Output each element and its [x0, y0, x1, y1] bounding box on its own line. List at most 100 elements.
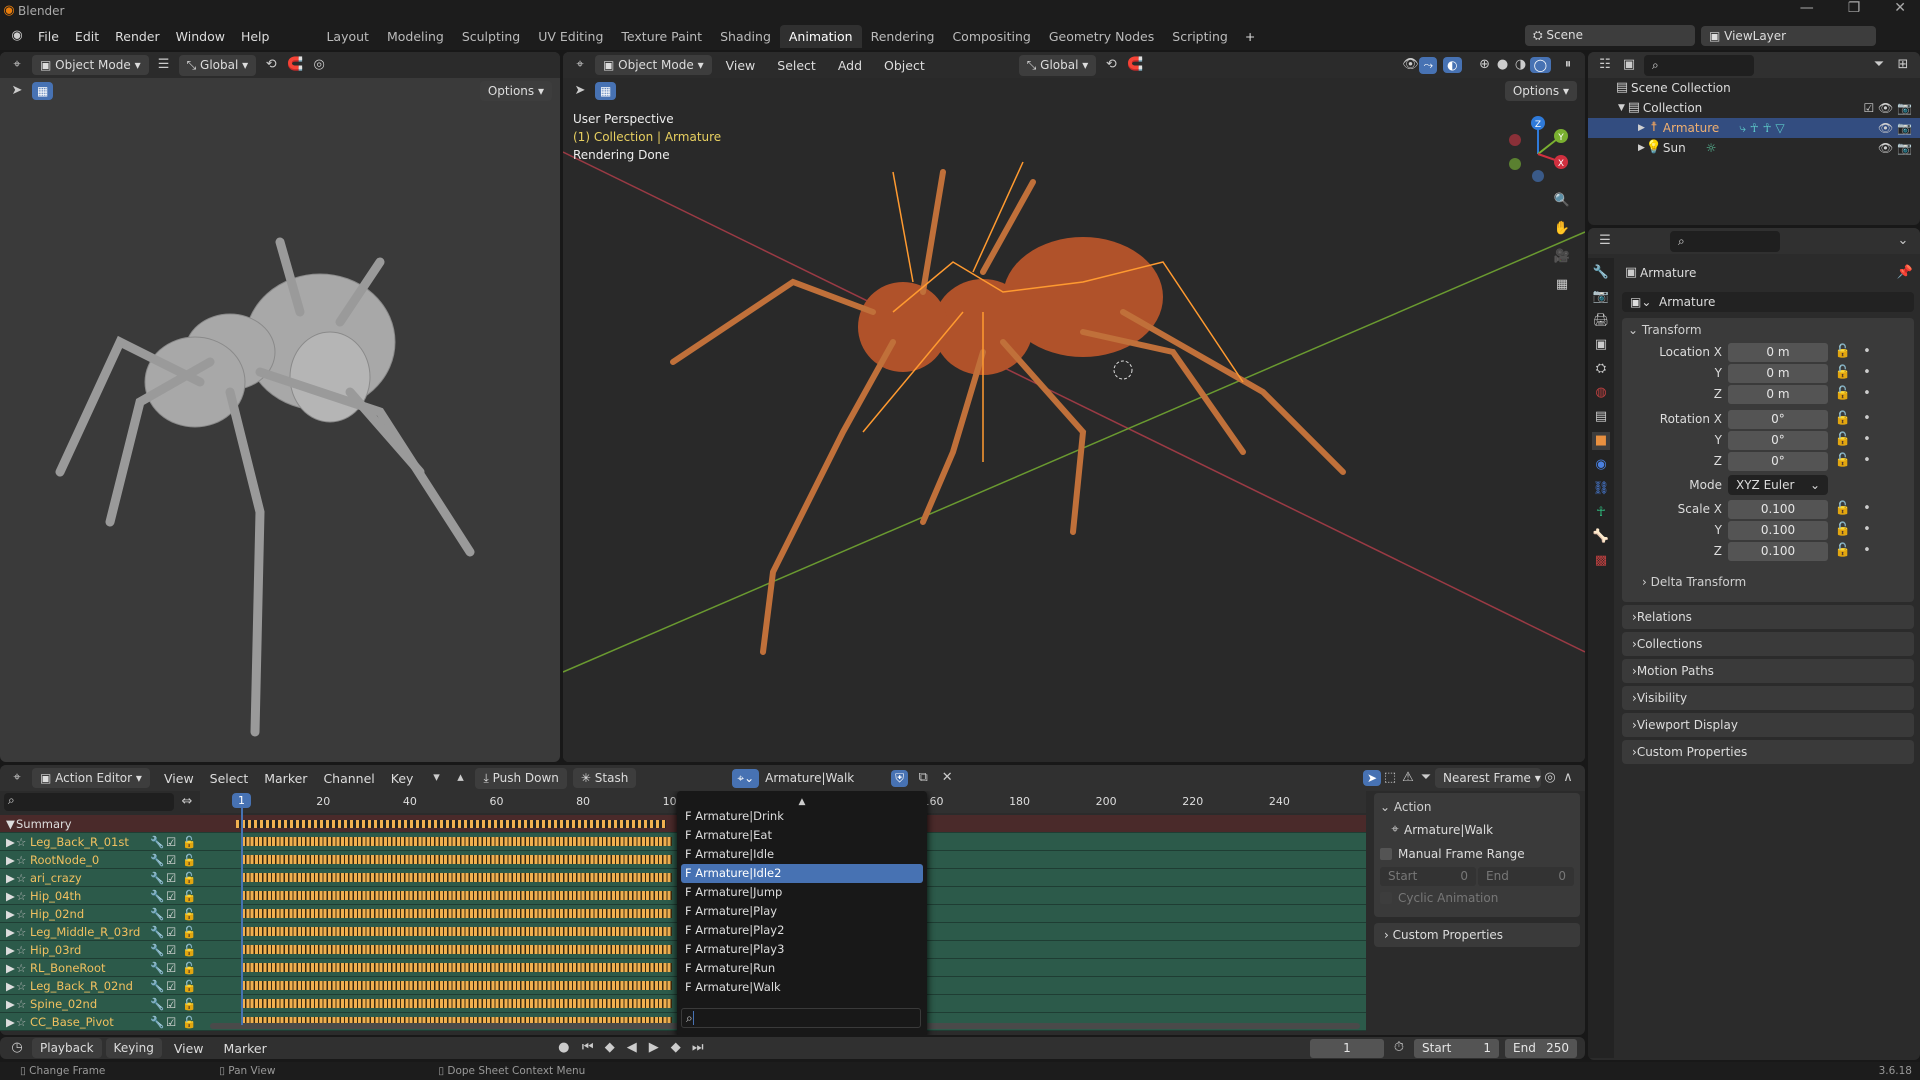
- transform-value-field[interactable]: 0 m: [1728, 363, 1828, 383]
- close-window-button[interactable]: ✕: [1894, 0, 1906, 16]
- lock-icon[interactable]: 🔓: [1834, 410, 1852, 428]
- mute-checkbox[interactable]: ☑: [166, 1015, 182, 1029]
- material-shading-icon[interactable]: ◑: [1512, 56, 1530, 74]
- outliner-display-icon[interactable]: ☷: [1596, 56, 1614, 74]
- rotation-mode-dropdown[interactable]: XYZ Euler ⌄: [1728, 475, 1828, 495]
- menu-window[interactable]: Window: [168, 29, 233, 44]
- pause-render-icon[interactable]: ⏸: [1559, 56, 1577, 74]
- show-hidden-icon[interactable]: ⬚: [1381, 769, 1399, 787]
- tab-shading[interactable]: Shading: [711, 25, 780, 48]
- transform-value-field[interactable]: 0.100: [1728, 541, 1828, 561]
- keyframe-dot-icon[interactable]: •: [1858, 500, 1876, 518]
- keyframe-dot-icon[interactable]: •: [1858, 452, 1876, 470]
- move-channel-up-icon[interactable]: ▴: [451, 769, 469, 787]
- tab-geometry-nodes[interactable]: Geometry Nodes: [1040, 25, 1163, 48]
- mute-checkbox[interactable]: ☑: [166, 943, 182, 957]
- options-button-right[interactable]: Options ▾: [1504, 81, 1577, 101]
- keyframe-dot-icon[interactable]: •: [1858, 410, 1876, 428]
- options-button-left[interactable]: Options ▾: [479, 81, 552, 101]
- tab-layout[interactable]: Layout: [317, 25, 378, 48]
- collection-tab-icon[interactable]: ▤: [1592, 408, 1610, 426]
- modifier-wrench-icon[interactable]: 🔧: [150, 835, 166, 849]
- lock-icon[interactable]: 🔓: [1834, 542, 1852, 560]
- navigation-gizmo[interactable]: Z Y X: [1503, 114, 1573, 184]
- proportional-edit-icon[interactable]: ◎: [1541, 769, 1559, 787]
- unlink-action-icon[interactable]: ✕: [938, 769, 956, 787]
- modifier-wrench-icon[interactable]: 🔧: [150, 871, 166, 885]
- tab-uv-editing[interactable]: UV Editing: [529, 25, 612, 48]
- modifier-wrench-icon[interactable]: 🔧: [150, 979, 166, 993]
- viewport-menu-add[interactable]: Add: [830, 58, 870, 73]
- panel-viewport-display[interactable]: › Viewport Display: [1622, 713, 1914, 737]
- falloff-icon[interactable]: ∧: [1559, 769, 1577, 787]
- action-panel-header[interactable]: ⌄ Action: [1380, 797, 1574, 817]
- move-channel-down-icon[interactable]: ▾: [427, 769, 445, 787]
- modifier-wrench-icon[interactable]: 🔧: [150, 853, 166, 867]
- editor-mode-dropdown[interactable]: ▣ Action Editor ▾: [32, 768, 150, 788]
- modifier-wrench-icon[interactable]: 🔧: [150, 943, 166, 957]
- modifier-wrench-icon[interactable]: 🔧: [150, 907, 166, 921]
- maximize-button[interactable]: ❐: [1848, 0, 1861, 16]
- bone-tab-icon[interactable]: 🦴: [1592, 528, 1610, 546]
- outliner-item-sun[interactable]: ▶ 💡 Sun ☼ 👁 📷: [1588, 138, 1920, 158]
- view-layer-tab-icon[interactable]: ▣: [1592, 336, 1610, 354]
- action-list-item[interactable]: F Armature|Play3: [681, 940, 923, 959]
- duplicate-action-icon[interactable]: ⧉: [914, 769, 932, 787]
- pin-icon[interactable]: 📌: [1896, 264, 1914, 282]
- expand-arrow-icon[interactable]: ▶: [0, 925, 16, 939]
- only-selected-toggle[interactable]: ➤: [1362, 770, 1381, 786]
- lock-icon[interactable]: 🔓: [182, 925, 200, 939]
- ortho-grid-icon[interactable]: ▦: [1553, 276, 1571, 294]
- channel-search-input[interactable]: ⌕: [4, 793, 174, 811]
- editor-type-icon[interactable]: ⌖: [571, 56, 589, 74]
- pivot-icon[interactable]: ⟲: [1102, 56, 1120, 74]
- timeline-menu-marker[interactable]: Marker: [216, 1041, 275, 1056]
- expand-arrow-icon[interactable]: ▶: [0, 997, 16, 1011]
- record-icon[interactable]: ●: [555, 1039, 573, 1057]
- channel-keyframes[interactable]: [242, 927, 672, 936]
- expand-arrow-icon[interactable]: ▶: [0, 871, 16, 885]
- camera-view-icon[interactable]: 🎥: [1553, 248, 1571, 266]
- action-list-item[interactable]: F Armature|Idle2: [681, 864, 923, 883]
- lock-icon[interactable]: 🔓: [1834, 385, 1852, 403]
- channel-keyframes[interactable]: [242, 855, 672, 864]
- action-list-item[interactable]: F Armature|Eat: [681, 826, 923, 845]
- expand-arrow-icon[interactable]: ▼: [0, 817, 16, 831]
- properties-search-input[interactable]: ⌕: [1670, 230, 1780, 252]
- transform-value-field[interactable]: 0 m: [1728, 384, 1828, 404]
- stash-button[interactable]: ✳ Stash: [572, 768, 637, 788]
- tab-modeling[interactable]: Modeling: [378, 25, 453, 48]
- view-layer-selector[interactable]: ▣ ViewLayer: [1701, 25, 1876, 46]
- select-tool-icon[interactable]: ➤: [8, 82, 26, 100]
- physics-tab-icon[interactable]: ◉: [1592, 456, 1610, 474]
- lock-icon[interactable]: 🔓: [182, 997, 200, 1011]
- armature-toggles[interactable]: 👁 📷: [1878, 121, 1920, 135]
- timeline-menu-playback[interactable]: Playback: [32, 1038, 102, 1058]
- modifier-wrench-icon[interactable]: 🔧: [150, 1015, 166, 1029]
- channel-keyframes[interactable]: [242, 873, 672, 882]
- expand-arrow-icon[interactable]: ▶: [0, 943, 16, 957]
- transform-value-field[interactable]: 0.100: [1728, 499, 1828, 519]
- lock-icon[interactable]: 🔓: [182, 871, 200, 885]
- lock-icon[interactable]: 🔓: [182, 943, 200, 957]
- timeline-menu-keying[interactable]: Keying: [105, 1038, 162, 1058]
- action-list-item[interactable]: F Armature|Run: [681, 959, 923, 978]
- dopesheet-menu-select[interactable]: Select: [202, 771, 257, 786]
- lock-icon[interactable]: 🔓: [182, 853, 200, 867]
- viewport-menu-select[interactable]: Select: [769, 58, 824, 73]
- scene-tab-icon[interactable]: ⛭: [1592, 360, 1610, 378]
- outliner-search-input[interactable]: ⌕: [1644, 54, 1754, 76]
- scroll-up-arrow-icon[interactable]: ▲: [681, 797, 923, 807]
- mute-checkbox[interactable]: ☑: [166, 961, 182, 975]
- mute-checkbox[interactable]: ☑: [166, 853, 182, 867]
- start-frame-field[interactable]: Start 0: [1380, 866, 1476, 886]
- world-tab-icon[interactable]: ◍: [1592, 384, 1610, 402]
- lock-icon[interactable]: 🔓: [182, 907, 200, 921]
- sun-toggles[interactable]: 👁 📷: [1878, 141, 1920, 155]
- lock-icon[interactable]: 🔓: [1834, 521, 1852, 539]
- mute-checkbox[interactable]: ☑: [166, 925, 182, 939]
- stopwatch-icon[interactable]: ⏱: [1390, 1039, 1408, 1057]
- tab-rendering[interactable]: Rendering: [862, 25, 944, 48]
- modifier-wrench-icon[interactable]: 🔧: [150, 961, 166, 975]
- expand-arrow-icon[interactable]: ▶: [0, 1015, 16, 1029]
